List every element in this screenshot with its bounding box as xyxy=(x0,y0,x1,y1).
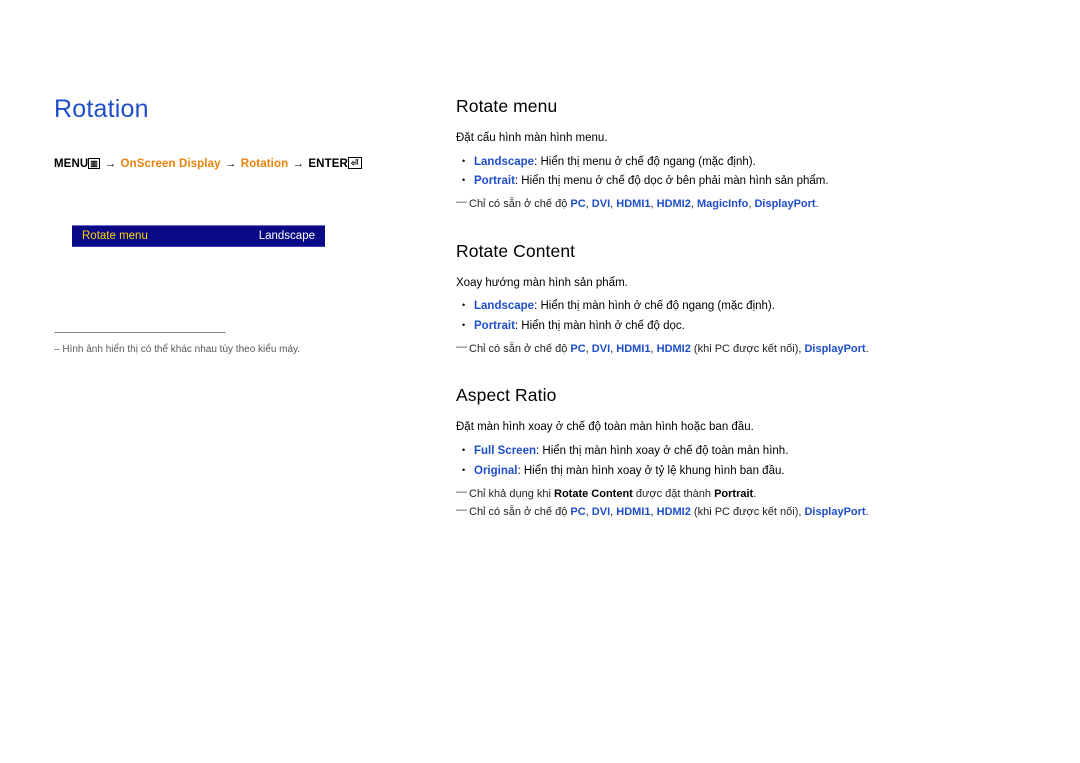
footnote-part: DisplayPort xyxy=(804,342,866,355)
footnote-part: . xyxy=(753,487,757,500)
note-text: Hình ảnh hiển thị có thể khác nhau tùy t… xyxy=(62,344,301,355)
sections-container: Rotate menu Đặt cấu hình màn hình menu. La… xyxy=(456,96,1016,521)
footnote-dash: — xyxy=(456,485,467,498)
option-keyword: Portrait xyxy=(474,320,515,333)
footnote-part: PC xyxy=(570,506,586,519)
note-divider xyxy=(54,332,226,333)
osd-preview-panel: Rotate menu Landscape xyxy=(72,225,325,247)
footnote: — Chỉ khả dụng khi Rotate Content được đặ… xyxy=(456,486,1016,503)
osd-item-label: Rotate menu xyxy=(82,230,148,242)
left-note: – Hình ảnh hiển thị có thể khác nhau tùy… xyxy=(54,332,384,356)
footnote-part: HDMI2 xyxy=(656,198,691,211)
option-list: Full Screen: Hiển thị màn hình xoay ở ch… xyxy=(456,442,1016,482)
footnote-part: DVI xyxy=(591,198,611,211)
option-description: : Hiển thị màn hình xoay ở tỷ lệ khung h… xyxy=(517,464,785,477)
footnote: — Chỉ có sẵn ở chế độ PC, DVI, HDMI1, HDM… xyxy=(456,196,1016,213)
option-description: : Hiển thị màn hình ở chế độ ngang (mặc … xyxy=(534,300,775,313)
footnote-dash: — xyxy=(456,504,467,517)
footnote-part: Rotate Content xyxy=(554,487,633,500)
option-description: : Hiển thị menu ở chế độ dọc ở bên phải … xyxy=(514,175,829,188)
option-description: : Hiển thị màn hình ở chế độ dọc. xyxy=(514,320,685,333)
footnote-part: Chỉ có sẵn ở chế độ xyxy=(469,342,571,355)
menu-path-rotation: Rotation xyxy=(240,157,289,170)
footnote-part: DisplayPort xyxy=(804,506,866,519)
footnote-part: Chỉ khả dụng khi xyxy=(469,487,554,500)
menu-grid-icon: ▥ xyxy=(88,157,101,169)
footnote-part: . xyxy=(865,342,869,355)
enter-key-icon: ⏎ xyxy=(347,156,362,169)
section-intro: Đặt màn hình xoay ở chế độ toàn màn hình… xyxy=(456,421,754,434)
option-keyword: Original xyxy=(474,464,518,477)
footnote-part: HDMI2 xyxy=(656,342,691,355)
manual-page: Rotation MENU ▥ → OnScreen Display → Rota… xyxy=(0,0,1080,763)
section-heading: Rotate menu xyxy=(456,96,558,116)
left-column: Rotation MENU ▥ → OnScreen Display → Rota… xyxy=(54,95,424,170)
option-list: Landscape: Hiển thị menu ở chế độ ngang … xyxy=(456,153,1016,193)
footnote-part: DVI xyxy=(591,342,611,355)
section-heading: Rotate Content xyxy=(456,240,576,261)
option-keyword: Landscape xyxy=(474,155,535,168)
section-intro: Xoay hướng màn hình sản phẩm. xyxy=(456,276,628,289)
footnote-part: HDMI1 xyxy=(616,198,651,211)
footnote: — Chỉ có sẵn ở chế độ PC, DVI, HDMI1, HDM… xyxy=(456,504,1016,521)
footnote-part: được đặt thành xyxy=(632,487,715,500)
footnote-part: . xyxy=(815,198,819,211)
footnote-dash: — xyxy=(456,196,467,209)
section-intro: Đặt cấu hình màn hình menu. xyxy=(456,132,608,144)
right-column: Rotate menu Đặt cấu hình màn hình menu. La… xyxy=(456,96,1016,521)
osd-item-value: Landscape xyxy=(258,230,315,242)
menu-path-onscreen-display: OnScreen Display xyxy=(120,157,221,170)
menu-path-arrow-3: → xyxy=(292,157,305,170)
option-list: Landscape: Hiển thị màn hình ở chế độ ng… xyxy=(456,297,1016,337)
footnote-part: MagicInfo xyxy=(696,198,749,211)
section-heading: Aspect Ratio xyxy=(456,385,557,406)
footnote-part: PC xyxy=(570,198,586,211)
footnote-part: HDMI2 xyxy=(656,506,691,519)
footnote-part: . xyxy=(865,506,869,519)
menu-path-menu-label: MENU xyxy=(54,157,89,170)
option-item: Portrait: Hiển thị màn hình ở chế độ dọc… xyxy=(456,317,1016,337)
menu-path-arrow-1: → xyxy=(104,157,117,170)
menu-path-enter-label: ENTER xyxy=(308,157,348,170)
option-keyword: Landscape xyxy=(474,300,535,313)
footnote-part: PC xyxy=(570,342,586,355)
footnote-dash: — xyxy=(456,340,467,353)
note-line: – Hình ảnh hiển thị có thể khác nhau tùy… xyxy=(54,343,384,356)
footnote-part: (khi PC được kết nối), xyxy=(690,342,805,355)
option-item: Original: Hiển thị màn hình xoay ở tỷ lệ… xyxy=(456,462,1016,482)
footnote-part: Chỉ có sẵn ở chế độ xyxy=(469,198,571,211)
option-description: : Hiển thị màn hình xoay ở chế độ toàn m… xyxy=(536,445,789,458)
footnote-part: DVI xyxy=(591,506,611,519)
page-title: Rotation xyxy=(54,95,149,123)
footnote-part: Chỉ có sẵn ở chế độ xyxy=(469,506,571,519)
option-item: Full Screen: Hiển thị màn hình xoay ở ch… xyxy=(456,442,1016,462)
menu-path-arrow-2: → xyxy=(224,157,237,170)
footnote-part: HDMI1 xyxy=(616,342,651,355)
option-keyword: Full Screen xyxy=(474,445,536,458)
footnote-part: (khi PC được kết nối), xyxy=(690,506,805,519)
option-item: Landscape: Hiển thị màn hình ở chế độ ng… xyxy=(456,297,1016,317)
option-item: Landscape: Hiển thị menu ở chế độ ngang … xyxy=(456,153,1016,173)
menu-path: MENU ▥ → OnScreen Display → Rotation → EN… xyxy=(54,156,424,170)
footnote-part: Portrait xyxy=(714,487,754,500)
footnote: — Chỉ có sẵn ở chế độ PC, DVI, HDMI1, HDM… xyxy=(456,341,1016,358)
footnote-part: DisplayPort xyxy=(754,198,816,211)
option-keyword: Portrait xyxy=(474,175,515,188)
footnote-part: HDMI1 xyxy=(616,506,651,519)
note-dash: – xyxy=(54,344,60,355)
option-item: Portrait: Hiển thị menu ở chế độ dọc ở b… xyxy=(456,172,1016,192)
option-description: : Hiển thị menu ở chế độ ngang (mặc định… xyxy=(534,155,756,168)
